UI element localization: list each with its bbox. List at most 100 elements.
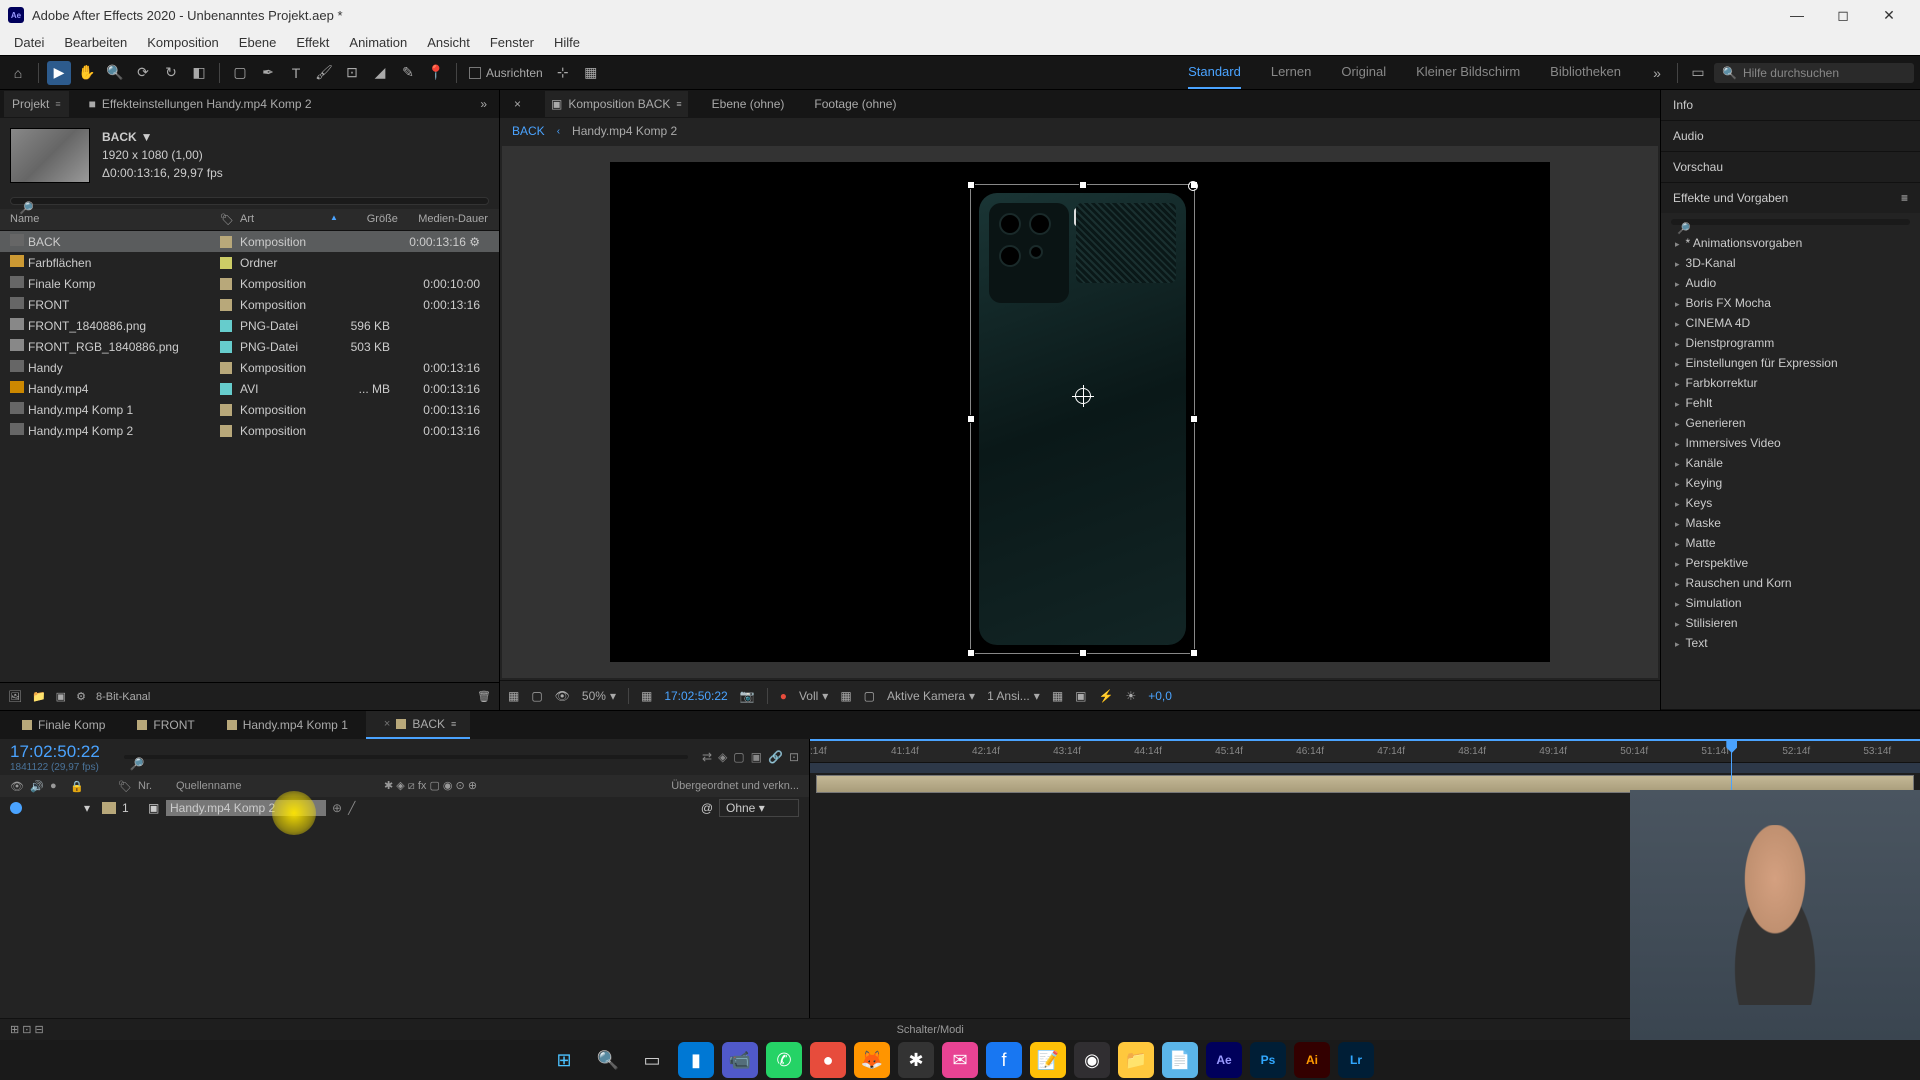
res-icon[interactable]: ▦ [641,689,652,703]
draft-icon[interactable]: ▣ [1075,689,1086,703]
taskbar-explorer[interactable]: 📁 [1118,1042,1154,1078]
taskbar-ae[interactable]: Ae [1206,1042,1242,1078]
tl-icon-3[interactable]: ▢ [733,750,744,764]
snapshot-icon[interactable]: 📷 [740,689,755,703]
label-icon[interactable]: 🏷 [220,213,240,226]
trash-icon[interactable]: 🗑 [477,690,491,703]
project-item[interactable]: FRONT_1840886.png PNG-Datei 596 KB [0,315,499,336]
exposure-value[interactable]: +0,0 [1148,689,1172,703]
fast-preview-icon[interactable]: ⚡ [1099,689,1114,703]
effect-category[interactable]: Einstellungen für Expression [1661,353,1920,373]
effect-category[interactable]: Matte [1661,533,1920,553]
timeline-layer-1[interactable]: ▾ 1 ▣ Handy.mp4 Komp 2 ⊕ ╱ @ Ohne ▾ [0,797,809,819]
timeline-tab[interactable]: Handy.mp4 Komp 1 [213,712,362,738]
taskbar-notepad[interactable]: 📄 [1162,1042,1198,1078]
effect-category[interactable]: Generieren [1661,413,1920,433]
minimize-button[interactable]: — [1774,0,1820,30]
breadcrumb-handy[interactable]: Handy.mp4 Komp 2 [572,124,677,138]
project-item[interactable]: Handy.mp4 AVI ... MB 0:00:13:16 [0,378,499,399]
speaker-icon[interactable]: 🔊 [30,780,42,793]
rotate-tool[interactable]: ↻ [159,61,183,85]
close-button[interactable]: ✕ [1866,0,1912,30]
project-list[interactable]: BACK Komposition 0:00:13:16 ⚙Farbflächen… [0,231,499,682]
parent-pickwhip-icon[interactable]: @ [701,801,713,815]
views-dropdown[interactable]: 1 Ansi... ▾ [987,689,1040,703]
effect-category[interactable]: Keys [1661,493,1920,513]
effect-category[interactable]: 3D-Kanal [1661,253,1920,273]
zoom-tool[interactable]: 🔍 [103,61,127,85]
panel-menu-icon[interactable]: ≡ [1901,191,1908,205]
composition-viewer[interactable] [502,146,1658,678]
help-search[interactable]: 🔍 Hilfe durchsuchen [1714,63,1914,83]
effect-category[interactable]: Fehlt [1661,393,1920,413]
panel-preview[interactable]: Vorschau [1661,152,1920,182]
timeline-tab[interactable]: FRONT [123,712,208,738]
region-icon[interactable]: ▢ [864,689,875,703]
workspace-standard[interactable]: Standard [1188,56,1241,89]
effect-category[interactable]: Boris FX Mocha [1661,293,1920,313]
menu-bearbeiten[interactable]: Bearbeiten [54,32,137,53]
menu-animation[interactable]: Animation [339,32,417,53]
dropdown-icon[interactable]: ▼ [141,128,153,146]
menu-datei[interactable]: Datei [4,32,54,53]
taskbar-notes[interactable]: 📝 [1030,1042,1066,1078]
project-item[interactable]: Handy.mp4 Komp 1 Komposition 0:00:13:16 [0,399,499,420]
project-search[interactable]: 🔎 [10,197,489,205]
taskbar-teams[interactable]: 📹 [722,1042,758,1078]
panel-info[interactable]: Info [1661,90,1920,120]
taskbar-app2[interactable]: ● [810,1042,846,1078]
effect-category[interactable]: Stilisieren [1661,613,1920,633]
parent-dropdown[interactable]: Ohne ▾ [719,799,799,817]
tab-close-icon[interactable]: × [508,91,527,117]
camera-dropdown[interactable]: Aktive Kamera ▾ [887,689,975,703]
exposure-icon[interactable]: ☀ [1125,689,1136,703]
menu-hilfe[interactable]: Hilfe [544,32,590,53]
taskbar-firefox[interactable]: 🦊 [854,1042,890,1078]
orbit-tool[interactable]: ⟳ [131,61,155,85]
workspace-original[interactable]: Original [1341,56,1386,89]
menu-effekt[interactable]: Effekt [286,32,339,53]
effect-category[interactable]: Rauschen und Korn [1661,573,1920,593]
taskbar-ps[interactable]: Ps [1250,1042,1286,1078]
resolution-dropdown[interactable]: Voll ▾ [799,689,828,703]
effect-category[interactable]: Simulation [1661,593,1920,613]
transparency-icon[interactable]: ▦ [840,689,851,703]
timeline-search[interactable]: 🔎 [124,755,688,759]
breadcrumb-back[interactable]: BACK [512,124,545,138]
puppet-tool[interactable]: 📍 [424,61,448,85]
effect-category[interactable]: Audio [1661,273,1920,293]
project-item[interactable]: Handy.mp4 Komp 2 Komposition 0:00:13:16 [0,420,499,441]
settings-icon[interactable]: ⚙ [76,690,86,703]
zoom-dropdown[interactable]: 50% ▾ [582,689,616,703]
solo-icon[interactable]: ● [50,780,62,792]
grid-toggle-icon[interactable]: ▢ [531,689,542,703]
workspace-bibliotheken[interactable]: Bibliotheken [1550,56,1621,89]
panel-audio[interactable]: Audio [1661,121,1920,151]
taskbar-facebook[interactable]: f [986,1042,1022,1078]
effect-category[interactable]: Dienstprogramm [1661,333,1920,353]
alpha-icon[interactable]: ▦ [508,689,519,703]
taskbar-app1[interactable]: ▮ [678,1042,714,1078]
workspace-kleiner bildschirm[interactable]: Kleiner Bildschirm [1416,56,1520,89]
maximize-button[interactable]: ◻ [1820,0,1866,30]
taskbar-search[interactable]: 🔍 [590,1042,626,1078]
selection-tool[interactable]: ▶ [47,61,71,85]
tab-overflow[interactable]: » [472,91,495,117]
3d-icon[interactable]: ▦ [1052,689,1063,703]
tl-icon-4[interactable]: ▣ [751,750,762,764]
effect-category[interactable]: Keying [1661,473,1920,493]
home-tool[interactable]: ⌂ [6,61,30,85]
tl-icon-6[interactable]: ⊡ [789,750,799,764]
project-item[interactable]: BACK Komposition 0:00:13:16 ⚙ [0,231,499,252]
project-item[interactable]: Handy Komposition 0:00:13:16 [0,357,499,378]
interpret-icon[interactable]: 🖼 [8,690,22,703]
stamp-tool[interactable]: ⊡ [340,61,364,85]
brush-tool[interactable]: 🖌 [312,61,336,85]
more-workspaces[interactable]: » [1645,61,1669,85]
switch-icon[interactable]: ⊕ [332,801,342,815]
project-item[interactable]: Finale Komp Komposition 0:00:10:00 [0,273,499,294]
workspace-lernen[interactable]: Lernen [1271,56,1311,89]
new-comp-icon[interactable]: ▣ [56,690,66,703]
menu-ansicht[interactable]: Ansicht [417,32,480,53]
tab-layer[interactable]: Ebene (ohne) [706,91,791,117]
